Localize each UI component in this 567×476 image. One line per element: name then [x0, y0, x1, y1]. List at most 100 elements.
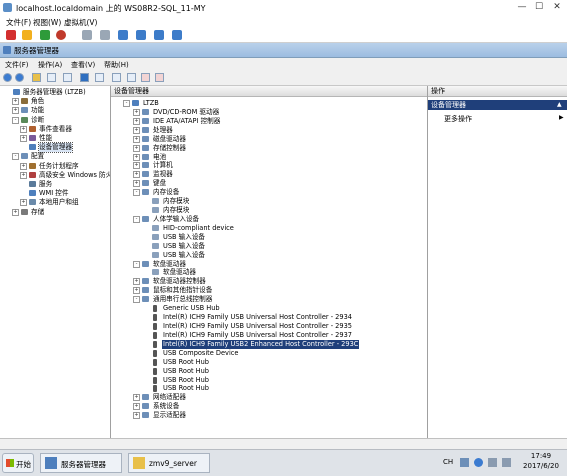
- forward-icon[interactable]: [15, 73, 24, 82]
- nav-item[interactable]: 服务: [0, 180, 110, 189]
- vm-menu-view[interactable]: 视图(W): [33, 17, 61, 28]
- device-tree-row[interactable]: USB 输入设备: [111, 242, 427, 251]
- expand-icon[interactable]: +: [133, 162, 140, 170]
- nav-item[interactable]: - 诊断: [0, 116, 110, 125]
- collapse-icon[interactable]: -: [133, 215, 140, 223]
- expand-icon[interactable]: +: [133, 412, 140, 420]
- clock-time[interactable]: 17:49: [520, 452, 562, 460]
- collapse-section-icon[interactable]: ▲: [557, 100, 565, 110]
- expand-icon[interactable]: +: [133, 126, 140, 134]
- device-tree-row[interactable]: + 鼠标和其他指针设备: [111, 286, 427, 295]
- expand-icon[interactable]: +: [133, 108, 140, 116]
- show-tree-icon[interactable]: [47, 73, 56, 82]
- device-tree-row[interactable]: Intel(R) ICH9 Family USB Universal Host …: [111, 331, 427, 340]
- expand-icon[interactable]: +: [20, 125, 27, 133]
- device-tree-row[interactable]: 内存模块: [111, 206, 427, 215]
- expand-icon[interactable]: +: [20, 162, 27, 170]
- vm-menu-vm[interactable]: 虚拟机(V): [64, 17, 97, 28]
- device-tree-row[interactable]: USB Root Hub: [111, 358, 427, 367]
- help-icon[interactable]: [80, 73, 89, 82]
- settings-icon[interactable]: [172, 30, 182, 40]
- expand-icon[interactable]: +: [133, 180, 140, 188]
- device-tree-row[interactable]: - LTZB: [111, 99, 427, 108]
- stop-icon[interactable]: [6, 30, 16, 40]
- device-tree-row[interactable]: - 软盘驱动器: [111, 260, 427, 269]
- device-tree-row[interactable]: + 网络适配器: [111, 393, 427, 402]
- menu-view[interactable]: 查看(V): [71, 60, 95, 70]
- expand-icon[interactable]: +: [12, 107, 19, 115]
- properties-icon[interactable]: [63, 73, 72, 82]
- expand-icon[interactable]: +: [133, 403, 140, 411]
- nav-item[interactable]: + 性能: [0, 134, 110, 143]
- snapshot-icon[interactable]: [82, 30, 92, 40]
- device-tree-row[interactable]: HID-compliant device: [111, 224, 427, 233]
- menu-file[interactable]: 文件(F): [5, 60, 29, 70]
- revert-icon[interactable]: [100, 30, 110, 40]
- device-tree-row[interactable]: Intel(R) ICH9 Family USB Universal Host …: [111, 313, 427, 322]
- device-tree-row[interactable]: + 存储控制器: [111, 144, 427, 153]
- actions-section-device-manager[interactable]: 设备管理器: [428, 100, 567, 110]
- nav-item[interactable]: - 配置: [0, 152, 110, 161]
- expand-icon[interactable]: +: [133, 171, 140, 179]
- collapse-icon[interactable]: -: [123, 100, 130, 107]
- expand-icon[interactable]: +: [133, 153, 140, 161]
- expand-icon[interactable]: +: [133, 394, 140, 402]
- network-icon[interactable]: [488, 458, 497, 467]
- minimize-icon[interactable]: —: [515, 2, 529, 13]
- nav-item[interactable]: + 存储: [0, 208, 110, 217]
- vm-menu-file[interactable]: 文件(F): [6, 17, 31, 28]
- help-tray-icon[interactable]: [474, 458, 483, 467]
- collapse-icon[interactable]: -: [133, 189, 140, 197]
- device-tree-row[interactable]: - 通用串行总线控制器: [111, 295, 427, 304]
- expand-icon[interactable]: +: [133, 117, 140, 125]
- collapse-icon[interactable]: -: [133, 260, 140, 268]
- uninstall-device-icon[interactable]: [155, 73, 164, 82]
- back-icon[interactable]: [3, 73, 12, 82]
- device-tree-row[interactable]: Intel(R) ICH9 Family USB Universal Host …: [111, 322, 427, 331]
- expand-icon[interactable]: +: [12, 208, 19, 216]
- expand-icon[interactable]: +: [133, 144, 140, 152]
- nav-item[interactable]: + 任务计划程序: [0, 162, 110, 171]
- device-tree-row[interactable]: + 磁盘驱动器: [111, 135, 427, 144]
- nav-item[interactable]: + 本地用户和组: [0, 198, 110, 207]
- nav-item[interactable]: + 角色: [0, 97, 110, 106]
- expand-icon[interactable]: +: [133, 278, 140, 286]
- nav-item[interactable]: + 功能: [0, 106, 110, 115]
- close-icon[interactable]: ✕: [550, 2, 564, 13]
- expand-icon[interactable]: +: [133, 287, 140, 295]
- keyboard-icon[interactable]: [460, 458, 469, 467]
- language-indicator[interactable]: CH: [443, 458, 453, 466]
- collapse-icon[interactable]: -: [12, 153, 19, 161]
- console-tree-icon[interactable]: [95, 73, 104, 82]
- device-tree-row[interactable]: + 处理器: [111, 126, 427, 135]
- start-button[interactable]: 开始: [2, 453, 34, 473]
- nav-item[interactable]: 服务器管理器 (LTZB): [0, 88, 110, 97]
- clock-date[interactable]: 2017/6/20: [520, 462, 562, 470]
- update-driver-icon[interactable]: [127, 73, 136, 82]
- expand-icon[interactable]: +: [12, 98, 19, 106]
- play-icon[interactable]: [40, 30, 50, 40]
- expand-icon[interactable]: +: [20, 199, 27, 207]
- device-tree-row[interactable]: USB Root Hub: [111, 367, 427, 376]
- scan-hardware-icon[interactable]: [112, 73, 121, 82]
- expand-icon[interactable]: +: [20, 171, 27, 179]
- device-tree-row[interactable]: USB Composite Device: [111, 349, 427, 358]
- menu-action[interactable]: 操作(A): [38, 60, 62, 70]
- more-actions-link[interactable]: 更多操作: [444, 114, 472, 124]
- console-icon[interactable]: [118, 30, 128, 40]
- expand-icon[interactable]: +: [20, 135, 27, 142]
- device-tree-row[interactable]: Generic USB Hub: [111, 304, 427, 313]
- volume-icon[interactable]: [502, 458, 511, 467]
- device-tree-row[interactable]: - 人体学输入设备: [111, 215, 427, 224]
- device-tree-row[interactable]: + 系统设备: [111, 402, 427, 411]
- device-tree-row[interactable]: Intel(R) ICH9 Family USB2 Enhanced Host …: [111, 339, 427, 349]
- device-tree-row[interactable]: USB 输入设备: [111, 233, 427, 242]
- device-tree-row[interactable]: + IDE ATA/ATAPI 控制器: [111, 117, 427, 126]
- collapse-icon[interactable]: -: [12, 116, 19, 124]
- device-tree-row[interactable]: - 内存设备: [111, 188, 427, 197]
- reset-icon[interactable]: [56, 30, 66, 40]
- taskbar-item-zmv9-server[interactable]: zmv9_server: [128, 453, 210, 473]
- device-tree-row[interactable]: 内存模块: [111, 197, 427, 206]
- menu-help[interactable]: 帮助(H): [104, 60, 129, 70]
- device-tree-row[interactable]: USB 输入设备: [111, 251, 427, 260]
